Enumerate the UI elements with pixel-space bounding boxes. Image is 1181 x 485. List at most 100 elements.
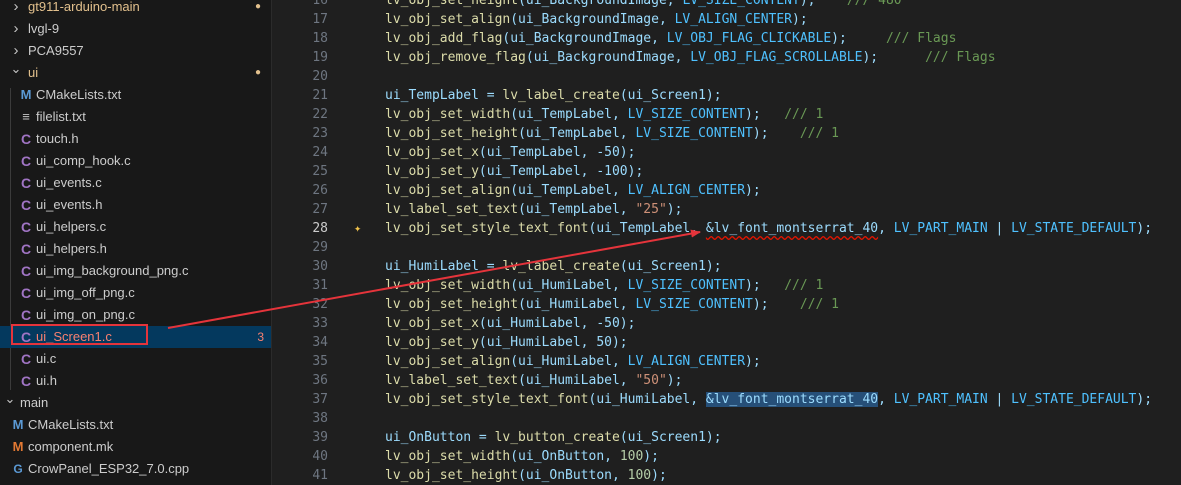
code-line[interactable]: 26 lv_obj_set_align(ui_TempLabel, LV_ALIG…	[272, 181, 1181, 200]
line-number: 41	[312, 468, 328, 483]
code-line[interactable]: 40 lv_obj_set_width(ui_OnButton, 100);	[272, 447, 1181, 466]
sparkle-icon[interactable]: ✦	[354, 219, 361, 238]
code-line[interactable]: 32 lv_obj_set_height(ui_HumiLabel, LV_SIZ…	[272, 295, 1181, 314]
code-line[interactable]: 36 lv_label_set_text(ui_HumiLabel, "50");	[272, 371, 1181, 390]
code-line[interactable]: 29	[272, 238, 1181, 257]
code-line[interactable]: 41 lv_obj_set_height(ui_OnButton, 100);	[272, 466, 1181, 485]
code-text: lv_obj_set_height(ui_BackgroundImage, LV…	[385, 0, 902, 10]
code-line[interactable]: 23 lv_obj_set_height(ui_TempLabel, LV_SIZ…	[272, 124, 1181, 143]
code-token: /// Flags	[885, 31, 957, 46]
folder-gt911-arduino-main[interactable]: › gt911-arduino-main ●	[0, 0, 271, 18]
code-token: lv_obj_set_align	[385, 183, 511, 198]
code-line[interactable]: 33 lv_obj_set_x(ui_HumiLabel, -50);	[272, 314, 1181, 333]
file-ui-events-c[interactable]: Cui_events.c	[0, 172, 271, 194]
code-token: /// 1	[784, 278, 824, 293]
code-text: lv_obj_remove_flag(ui_BackgroundImage, L…	[385, 48, 996, 67]
tree-item-label: touch.h	[36, 131, 79, 146]
tree-item-label: ui_Screen1.c	[36, 329, 112, 344]
mk-file-icon: M	[12, 439, 24, 454]
chevron-right-icon[interactable]: ›	[10, 18, 22, 40]
file-crowpanel-esp32-7-0-cpp[interactable]: G CrowPanel_ESP32_7.0.cpp	[0, 458, 271, 480]
code-line[interactable]: 18 lv_obj_add_flag(ui_BackgroundImage, LV…	[272, 29, 1181, 48]
file-ui-events-h[interactable]: Cui_events.h	[0, 194, 271, 216]
code-token: LV_SIZE_CONTENT	[627, 278, 746, 293]
file-ui-img-background-png-c[interactable]: Cui_img_background_png.c	[0, 260, 271, 282]
file-cmakelists-txt[interactable]: M CMakeLists.txt	[0, 414, 271, 436]
code-editor[interactable]: 16 lv_obj_set_height(ui_BackgroundImage, …	[272, 0, 1181, 485]
file-ui-helpers-h[interactable]: Cui_helpers.h	[0, 238, 271, 260]
file-filelist-txt[interactable]: ≡ filelist.txt	[0, 106, 271, 128]
code-line[interactable]: 30 ui_HumiLabel = lv_label_create(ui_Scre…	[272, 257, 1181, 276]
code-token: lv_obj_set_width	[385, 107, 511, 122]
code-token: &lv_font_montserrat_40	[705, 392, 879, 407]
folder-pca9557[interactable]: › PCA9557	[0, 40, 271, 62]
code-token: LV_OBJ_FLAG_SCROLLABLE	[690, 50, 863, 65]
code-line[interactable]: 22 lv_obj_set_width(ui_TempLabel, LV_SIZE…	[272, 105, 1181, 124]
code-token: );	[666, 373, 683, 388]
code-token: (ui_OnButton,	[518, 468, 628, 483]
code-line[interactable]: 24 lv_obj_set_x(ui_TempLabel, -50);	[272, 143, 1181, 162]
tree-item-label: gt911-arduino-main	[28, 0, 140, 14]
code-line[interactable]: 21 ui_TempLabel = lv_label_create(ui_Scre…	[272, 86, 1181, 105]
file-ui-c[interactable]: Cui.c	[0, 348, 271, 370]
file-ui-comp-hook-c[interactable]: Cui_comp_hook.c	[0, 150, 271, 172]
file-cmakelists-txt[interactable]: M CMakeLists.txt	[0, 84, 271, 106]
code-line[interactable]: 19 lv_obj_remove_flag(ui_BackgroundImage,…	[272, 48, 1181, 67]
code-token: lv_label_create	[502, 259, 620, 274]
chevron-down-icon[interactable]: ⌄	[10, 58, 22, 80]
code-token: (ui_Screen1);	[619, 88, 722, 103]
file-ui-img-off-png-c[interactable]: Cui_img_off_png.c	[0, 282, 271, 304]
code-line[interactable]: 34 lv_obj_set_y(ui_HumiLabel, 50);	[272, 333, 1181, 352]
code-token: (ui_HumiLabel,	[518, 297, 636, 312]
code-text: lv_obj_set_align(ui_HumiLabel, LV_ALIGN_…	[385, 352, 761, 371]
file-component-mk[interactable]: Mcomponent.mk	[0, 436, 271, 458]
code-line[interactable]: 28 ✦ lv_obj_set_style_text_font(ui_TempLab…	[272, 219, 1181, 238]
code-line[interactable]: 31 lv_obj_set_width(ui_HumiLabel, LV_SIZE…	[272, 276, 1181, 295]
code-line[interactable]: 38	[272, 409, 1181, 428]
line-number: 17	[312, 12, 328, 27]
c-file-icon: C	[20, 285, 32, 301]
folder-lvgl-9[interactable]: › lvgl-9	[0, 18, 271, 40]
code-line[interactable]: 27 lv_label_set_text(ui_TempLabel, "25");	[272, 200, 1181, 219]
file-ui-img-on-png-c[interactable]: Cui_img_on_png.c	[0, 304, 271, 326]
chevron-right-icon[interactable]: ›	[10, 0, 22, 18]
tree-item-label: ui.c	[36, 351, 57, 366]
code-token: /// 1	[799, 126, 839, 141]
line-number: 26	[312, 183, 328, 198]
code-line[interactable]: 20	[272, 67, 1181, 86]
code-line[interactable]: 25 lv_obj_set_y(ui_TempLabel, -100);	[272, 162, 1181, 181]
code-token: lv_obj_set_height	[385, 126, 519, 141]
code-token: /// 480	[846, 0, 902, 8]
code-line[interactable]: 37 lv_obj_set_style_text_font(ui_HumiLabe…	[272, 390, 1181, 409]
code-line[interactable]: 16 lv_obj_set_height(ui_BackgroundImage, …	[272, 0, 1181, 10]
code-token: lv_obj_set_height	[385, 297, 519, 312]
file-touch-h[interactable]: Ctouch.h	[0, 128, 271, 150]
folder-main[interactable]: ⌄ main	[0, 391, 271, 414]
code-token: lv_label_set_text	[385, 373, 519, 388]
code-line[interactable]: 39 ui_OnButton = lv_button_create(ui_Scre…	[272, 428, 1181, 447]
code-text: lv_obj_set_align(ui_BackgroundImage, LV_…	[385, 10, 808, 29]
code-token: lv_obj_set_align	[385, 12, 511, 27]
code-token: LV_ALIGN_CENTER	[674, 12, 793, 27]
file-ui-screen1-c[interactable]: Cui_Screen1.c 3	[0, 326, 271, 348]
code-token: LV_PART_MAIN	[893, 221, 988, 236]
code-token: LV_SIZE_CONTENT	[682, 0, 800, 8]
code-token: |	[987, 392, 1012, 407]
c-file-icon: C	[20, 241, 32, 257]
file-ui-h[interactable]: Cui.h	[0, 370, 271, 392]
code-token: LV_SIZE_CONTENT	[627, 107, 746, 122]
code-line[interactable]: 35 lv_obj_set_align(ui_HumiLabel, LV_ALIG…	[272, 352, 1181, 371]
chevron-down-icon[interactable]: ⌄	[4, 388, 16, 410]
code-token: (ui_Screen1);	[619, 430, 722, 445]
code-token: );	[745, 278, 785, 293]
code-line[interactable]: 17 lv_obj_set_align(ui_BackgroundImage, L…	[272, 10, 1181, 29]
folder-ui[interactable]: ⌄ ui ●	[0, 61, 271, 84]
code-token: "25"	[635, 202, 667, 217]
c-file-icon: C	[20, 219, 32, 235]
code-token: );	[1136, 392, 1153, 407]
line-number: 21	[312, 88, 328, 103]
file-ui-helpers-c[interactable]: Cui_helpers.c	[0, 216, 271, 238]
tree-item-label: ui_helpers.c	[36, 219, 107, 234]
line-number: 30	[312, 259, 328, 274]
code-token: ui_HumiLabel =	[385, 259, 503, 274]
